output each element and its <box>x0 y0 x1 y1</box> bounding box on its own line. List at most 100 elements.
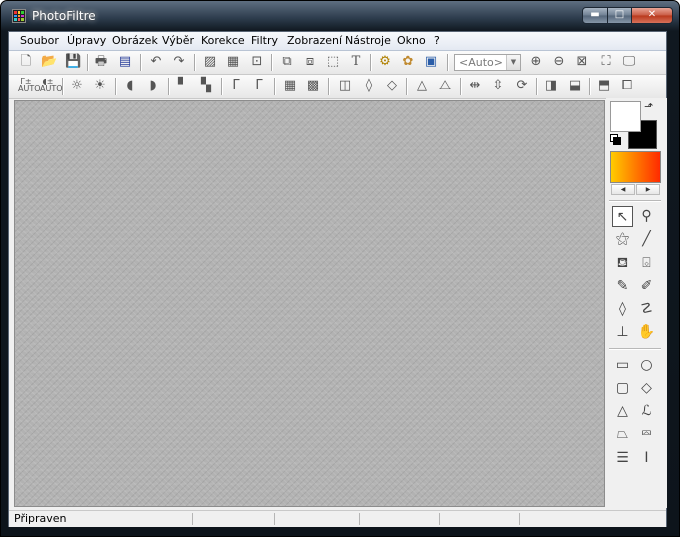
export-icon[interactable]: ⬒ <box>596 78 612 94</box>
gradient-next-button[interactable]: ▶ <box>636 184 660 195</box>
main-toolbar: 🗋 📂 💾 🖶 ▤ ↶ ↷ ▨ ▦ ⊡ ⧉ ⧈ ⬚ T ⚙ ✿ ▣ <Auto> <box>9 51 666 75</box>
fit-window-icon[interactable]: ⛶ <box>598 54 614 70</box>
save-icon[interactable]: 💾 <box>65 54 81 70</box>
print-icon[interactable]: 🖶 <box>93 54 109 70</box>
text-icon[interactable]: T <box>348 54 364 70</box>
gamma-minus-icon[interactable]: Γ <box>228 78 244 94</box>
rectangle-selection-icon[interactable]: ▭ <box>612 355 633 376</box>
actual-size-icon[interactable]: ⊠ <box>574 54 590 70</box>
menu-nastroje[interactable]: Nástroje <box>345 34 391 47</box>
line-tool-icon[interactable]: ╱ <box>636 229 657 250</box>
redo-icon[interactable]: ↷ <box>171 54 187 70</box>
plugin-icon[interactable]: ✿ <box>400 54 416 70</box>
palette-separator <box>609 348 661 350</box>
client-area: Soubor Úpravy Obrázek Výběr Korekce Filt… <box>8 31 667 527</box>
canvas-size-icon[interactable]: ▦ <box>225 54 241 70</box>
brightness-plus-icon[interactable]: ☀ <box>92 78 108 94</box>
menu-obrazek[interactable]: Obrázek <box>112 34 158 47</box>
advanced-brush-tool-icon[interactable]: ✐ <box>636 276 657 297</box>
menu-help[interactable]: ? <box>434 34 440 47</box>
blur-icon[interactable]: ◊ <box>361 78 377 94</box>
text-selection-icon[interactable]: Ⅰ <box>636 448 657 469</box>
lasso-selection-icon[interactable]: ℒ <box>636 401 657 422</box>
title-bar[interactable]: PhotoFiltre ▬ □ ✕ <box>1 1 679 31</box>
browser-icon[interactable]: ▣ <box>423 54 439 70</box>
color-picker-tool-icon[interactable]: ⚲ <box>636 206 657 227</box>
auto-levels-icon[interactable]: Γ± AUTO <box>18 78 41 94</box>
rounded-rect-selection-icon[interactable]: ▢ <box>612 378 633 399</box>
zoom-in-icon[interactable]: ⊕ <box>528 54 544 70</box>
smudge-tool-icon[interactable]: ☡ <box>636 299 657 320</box>
auto-contrast-icon[interactable]: ◖± AUTO <box>40 78 63 94</box>
magic-wand-tool-icon[interactable]: ⚝ <box>612 229 633 250</box>
ellipse-selection-icon[interactable]: ○ <box>636 355 657 376</box>
menu-korekce[interactable]: Korekce <box>201 34 245 47</box>
menu-upravy[interactable]: Úpravy <box>67 34 106 47</box>
close-button[interactable]: ✕ <box>631 7 673 24</box>
automate-icon[interactable]: ⚙ <box>377 54 393 70</box>
flip-vertical-icon[interactable]: ⇳ <box>490 78 506 94</box>
image-size-icon[interactable]: ▨ <box>202 54 218 70</box>
zoom-select[interactable]: <Auto> ▼ <box>454 54 521 71</box>
photofiltre-app-icon[interactable] <box>12 9 26 23</box>
mirror-icon[interactable]: ◨ <box>543 78 559 94</box>
pointer-tool-icon[interactable]: ↖ <box>612 206 633 227</box>
chevron-down-icon[interactable]: ▼ <box>506 55 520 70</box>
menu-soubor[interactable]: Soubor <box>20 34 59 47</box>
menu-okno[interactable]: Okno <box>397 34 426 47</box>
open-icon[interactable]: 📂 <box>41 54 57 70</box>
undo-icon[interactable]: ↶ <box>148 54 164 70</box>
sepia-icon[interactable]: ▩ <box>305 78 321 94</box>
brightness-minus-icon[interactable]: ☼ <box>69 78 85 94</box>
zoom-out-icon[interactable]: ⊖ <box>551 54 567 70</box>
toolbar-separator <box>406 78 408 95</box>
gradient-preview[interactable] <box>610 151 661 183</box>
polygon-selection-icon[interactable]: ⏢ <box>612 424 633 445</box>
hand-tool-icon[interactable]: ✋ <box>636 322 657 343</box>
menu-zobrazeni[interactable]: Zobrazení <box>287 34 342 47</box>
new-icon[interactable]: 🗋 <box>18 54 34 70</box>
toolbar-separator <box>194 54 196 71</box>
maximize-button[interactable]: □ <box>607 7 632 24</box>
menu-vyber[interactable]: Výběr <box>162 34 194 47</box>
grayscale-icon[interactable]: ▦ <box>282 78 298 94</box>
contrast-plus-icon[interactable]: ◗ <box>145 78 161 94</box>
toolbar-separator <box>140 54 142 71</box>
fill-tool-icon[interactable]: ⛾ <box>612 253 633 274</box>
diamond-selection-icon[interactable]: ◇ <box>636 378 657 399</box>
swap-colors-icon[interactable]: ⬏ <box>644 101 653 112</box>
toolbar-separator <box>447 54 449 71</box>
saturation-plus-icon[interactable]: ▚ <box>198 78 214 94</box>
gamma-plus-icon[interactable]: Γ <box>251 78 267 94</box>
fullscreen-icon[interactable]: 🖵 <box>621 54 637 70</box>
auto-caption: AUTO <box>40 84 63 93</box>
clone-stamp-tool-icon[interactable]: ⊥ <box>612 322 633 343</box>
reset-colors-icon[interactable] <box>610 134 621 145</box>
transform-icon[interactable]: ⬓ <box>567 78 583 94</box>
paste-icon[interactable]: ⧈ <box>302 54 318 70</box>
emboss-icon[interactable]: ⧍ <box>437 78 453 94</box>
sharpen-icon[interactable]: ◇ <box>384 78 400 94</box>
triangle-selection-icon[interactable]: △ <box>612 401 633 422</box>
minimize-button[interactable]: ▬ <box>582 7 608 24</box>
selection-icon[interactable]: ⬚ <box>325 54 341 70</box>
crop-icon[interactable]: ⊡ <box>249 54 265 70</box>
gradient-prev-button[interactable]: ◀ <box>611 184 635 195</box>
flip-horizontal-icon[interactable]: ⇹ <box>467 78 483 94</box>
menu-filtry[interactable]: Filtry <box>251 34 278 47</box>
rotate-icon[interactable]: ⟳ <box>514 78 530 94</box>
workspace-area[interactable] <box>14 100 605 507</box>
soften-icon[interactable]: △ <box>414 78 430 94</box>
scanner-icon[interactable]: ▤ <box>117 54 133 70</box>
copy-icon[interactable]: ⧉ <box>279 54 295 70</box>
transparency-icon[interactable]: ⧠ <box>619 78 635 94</box>
blur-tool-icon[interactable]: ◊ <box>612 299 633 320</box>
contrast-minus-icon[interactable]: ◖ <box>122 78 138 94</box>
select-all-icon[interactable]: ☰ <box>612 448 633 469</box>
open-selection-icon[interactable]: ⮹ <box>636 424 657 445</box>
foreground-color-swatch[interactable] <box>610 101 641 132</box>
spray-tool-icon[interactable]: ⌺ <box>636 253 657 274</box>
brush-tool-icon[interactable]: ✎ <box>612 276 633 297</box>
saturation-minus-icon[interactable]: ▘ <box>175 78 191 94</box>
filter-icon[interactable]: ◫ <box>337 78 353 94</box>
